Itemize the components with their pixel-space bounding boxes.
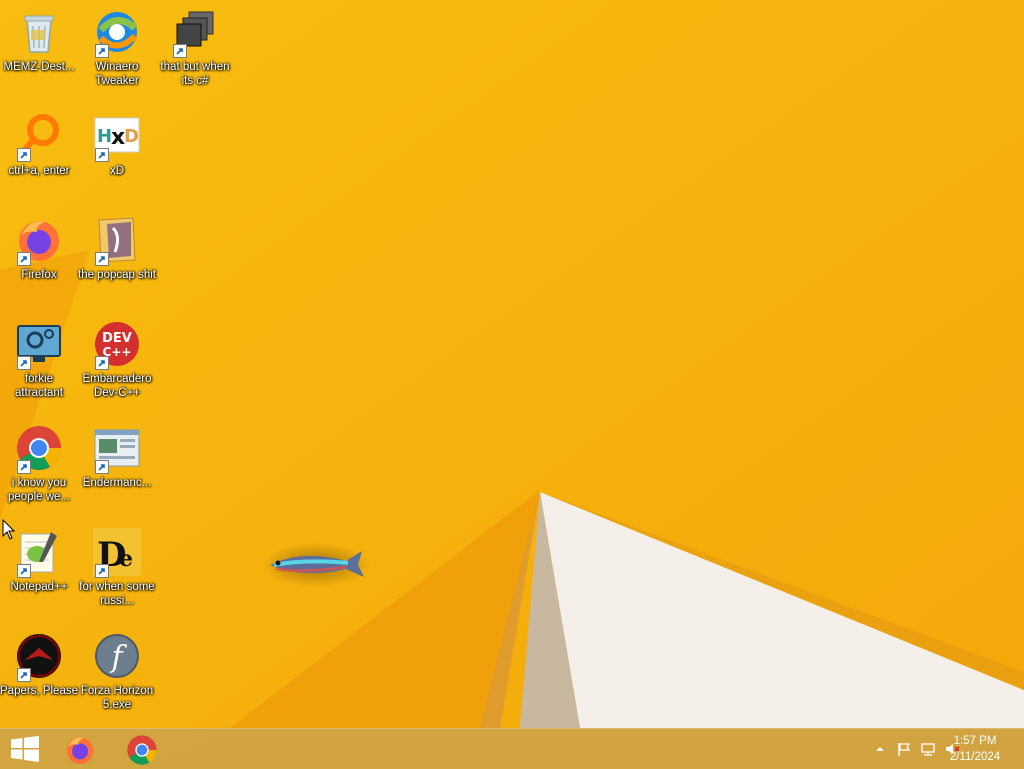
windows-logo-icon (11, 736, 39, 762)
desktop-icon-label: for when some russi... (79, 581, 155, 607)
desktop-icon-label: Papers, Please (0, 685, 78, 697)
taskbar: 1:57 PM 2/11/2024 (0, 728, 1024, 769)
shortcut-arrow-icon (95, 44, 109, 58)
desktop-icon-forza-horizon-5[interactable]: f Forza Horizon 5.exe (78, 632, 156, 712)
desktop-icon-label: that but when its c# (160, 61, 230, 87)
desktop-icon-label: Endermanc... (82, 477, 152, 489)
desktop-icon-memz[interactable]: MEMZ-Dest... (0, 8, 78, 74)
fish-icon[interactable] (262, 541, 370, 587)
shortcut-arrow-icon (17, 668, 31, 682)
firefox-icon (66, 737, 94, 764)
desktop-icon-endermanc[interactable]: Endermanc... (78, 424, 156, 490)
desktop-icon-label: the popcap shit (78, 269, 157, 281)
shortcut-arrow-icon (95, 564, 109, 578)
network-icon[interactable] (920, 741, 936, 757)
desktop-icon-label: ctrl+a, enter (8, 165, 70, 177)
shortcut-arrow-icon (17, 564, 31, 578)
recycle-bin-icon (24, 15, 54, 53)
desktop-icon-label: Firefox (21, 269, 57, 281)
desktop-icon-papers-please[interactable]: Papers, Please (0, 632, 78, 698)
clock-date: 2/11/2024 (949, 751, 1001, 763)
desktop-icon-label: MEMZ-Dest... (3, 61, 75, 73)
taskbar-firefox[interactable] (52, 730, 108, 768)
desktop-icon-embarcadero-devcpp[interactable]: DEV C++ Embarcadero Dev-C++ (78, 320, 156, 400)
desktop-icon-that-but-when-its-csharp[interactable]: that but when its c# (156, 8, 234, 88)
svg-text:DEV: DEV (102, 331, 132, 346)
desktop-icon-the-popcap-shit[interactable]: the popcap shit (78, 216, 156, 282)
system-tray: 1:57 PM 2/11/2024 (824, 729, 1024, 769)
shortcut-arrow-icon (17, 356, 31, 370)
start-button[interactable] (0, 729, 50, 769)
desktop-icon-ctrl-a-enter[interactable]: ctrl+a, enter (0, 112, 78, 178)
shortcut-arrow-icon (95, 460, 109, 474)
shortcut-arrow-icon (17, 252, 31, 266)
mouse-cursor-icon (2, 519, 16, 540)
svg-text:D: D (124, 126, 139, 147)
desktop-icon-xd[interactable]: H x D xD (78, 112, 156, 178)
action-center-flag-icon[interactable] (896, 741, 912, 757)
svg-text:e: e (119, 546, 133, 572)
desktop-icon-label: Forza Horizon 5.exe (80, 685, 154, 711)
desktop-icon-label: i know you people we... (7, 477, 70, 503)
taskbar-chrome[interactable] (114, 730, 170, 768)
desktop-icon-i-know-you-people[interactable]: i know you people we... (0, 424, 78, 504)
svg-text:H: H (97, 126, 112, 147)
desktop-icon-label: Notepad++ (10, 581, 68, 593)
desktop-icon-winaero-tweaker[interactable]: Winaero Tweaker (78, 8, 156, 88)
desktop-icon-label: Winaero Tweaker (95, 61, 139, 87)
shortcut-arrow-icon (95, 148, 109, 162)
desktop-icon-firefox[interactable]: Firefox (0, 216, 78, 282)
clock[interactable]: 1:57 PM 2/11/2024 (940, 733, 1010, 765)
desktop-icon-label: Embarcadero Dev-C++ (82, 373, 152, 399)
shortcut-arrow-icon (95, 356, 109, 370)
desktop-icon-forkie-attractant[interactable]: forkie attractant (0, 320, 78, 400)
desktop-icon-label: forkie attractant (15, 373, 63, 399)
shortcut-arrow-icon (95, 252, 109, 266)
desktop-icon-label: xD (109, 165, 125, 177)
show-hidden-icons-chevron-icon[interactable] (872, 741, 888, 757)
desktop-icon-for-when-some-russi[interactable]: D e for when some russi... (78, 528, 156, 608)
clock-time: 1:57 PM (953, 735, 997, 747)
shortcut-arrow-icon (17, 460, 31, 474)
chrome-icon (127, 735, 157, 765)
shortcut-arrow-icon (173, 44, 187, 58)
shortcut-arrow-icon (17, 148, 31, 162)
flash-icon: f (95, 634, 139, 678)
